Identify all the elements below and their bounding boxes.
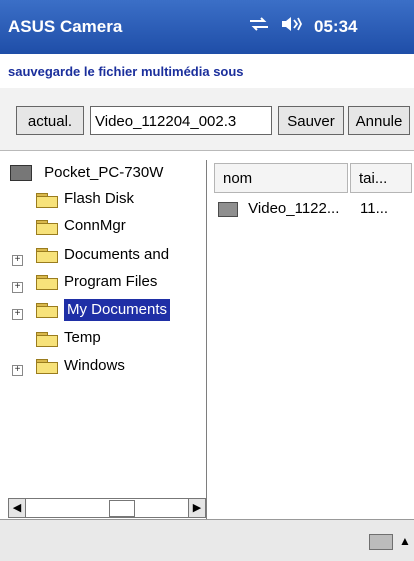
bottom-command-bar: ▲ [0, 519, 414, 561]
tree-item-documents-and[interactable]: Documents and [64, 244, 169, 266]
tree-root-label: Pocket_PC-730W [44, 164, 164, 181]
expand-toggle-icon[interactable]: + [12, 282, 23, 293]
file-size: 11... [360, 200, 389, 217]
actual-button[interactable]: actual. [16, 106, 84, 135]
folder-open-icon [36, 303, 58, 318]
device-icon [10, 165, 32, 182]
column-header-size[interactable]: tai... [350, 163, 412, 193]
folder-icon [36, 332, 58, 347]
folder-icon [36, 220, 58, 235]
tree-horizontal-scrollbar[interactable]: ◀ ▶ [8, 498, 206, 518]
tree-root[interactable]: Pocket_PC-730W [10, 162, 163, 184]
folder-icon [36, 275, 58, 290]
volume-icon[interactable] [280, 15, 304, 38]
tree-item-temp[interactable]: Temp [64, 327, 101, 349]
scroll-left-icon[interactable]: ◀ [9, 499, 26, 517]
tree-item-flash-disk[interactable]: Flash Disk [64, 188, 134, 210]
expand-toggle-icon[interactable]: + [12, 309, 23, 320]
scroll-right-icon[interactable]: ▶ [188, 499, 205, 517]
folder-icon [36, 359, 58, 374]
save-prompt: sauvegarde le fichier multimédia sous [0, 54, 414, 89]
filename-input[interactable]: Video_112204_002.3 [90, 106, 272, 135]
keyboard-icon[interactable] [369, 534, 393, 550]
tree-item-connmgr[interactable]: ConnMgr [64, 215, 126, 237]
expand-toggle-icon[interactable]: + [12, 255, 23, 266]
tree-item-program-files[interactable]: Program Files [64, 271, 157, 293]
tree-item-windows[interactable]: Windows [64, 355, 125, 377]
save-prompt-text: sauvegarde le fichier multimédia sous [8, 64, 244, 79]
file-row[interactable]: Video_1122... 11... [218, 200, 388, 217]
scroll-thumb[interactable] [109, 500, 135, 517]
tree-item-my-documents[interactable]: My Documents [64, 299, 171, 321]
file-list[interactable]: nom tai... Video_1122... 11... [214, 160, 414, 519]
filename-toolbar: actual. Video_112204_002.3 Sauver Annule [0, 88, 414, 151]
video-file-icon [218, 201, 238, 217]
cancel-button[interactable]: Annule [348, 106, 410, 135]
title-bar: ASUS Camera 05:34 [0, 0, 414, 54]
folder-icon [36, 193, 58, 208]
save-button[interactable]: Sauver [278, 106, 344, 135]
input-menu-icon[interactable]: ▲ [398, 534, 412, 548]
status-area[interactable]: 05:34 [248, 15, 357, 38]
folder-icon [36, 248, 58, 263]
app-title: ASUS Camera [8, 17, 123, 36]
connectivity-icon[interactable] [248, 15, 270, 38]
expand-toggle-icon[interactable]: + [12, 365, 23, 376]
column-header-name[interactable]: nom [214, 163, 348, 193]
folder-tree[interactable]: Pocket_PC-730W Flash Disk ConnMgr + Docu… [6, 160, 207, 519]
file-name: Video_1122... [248, 200, 340, 217]
clock[interactable]: 05:34 [314, 17, 357, 37]
